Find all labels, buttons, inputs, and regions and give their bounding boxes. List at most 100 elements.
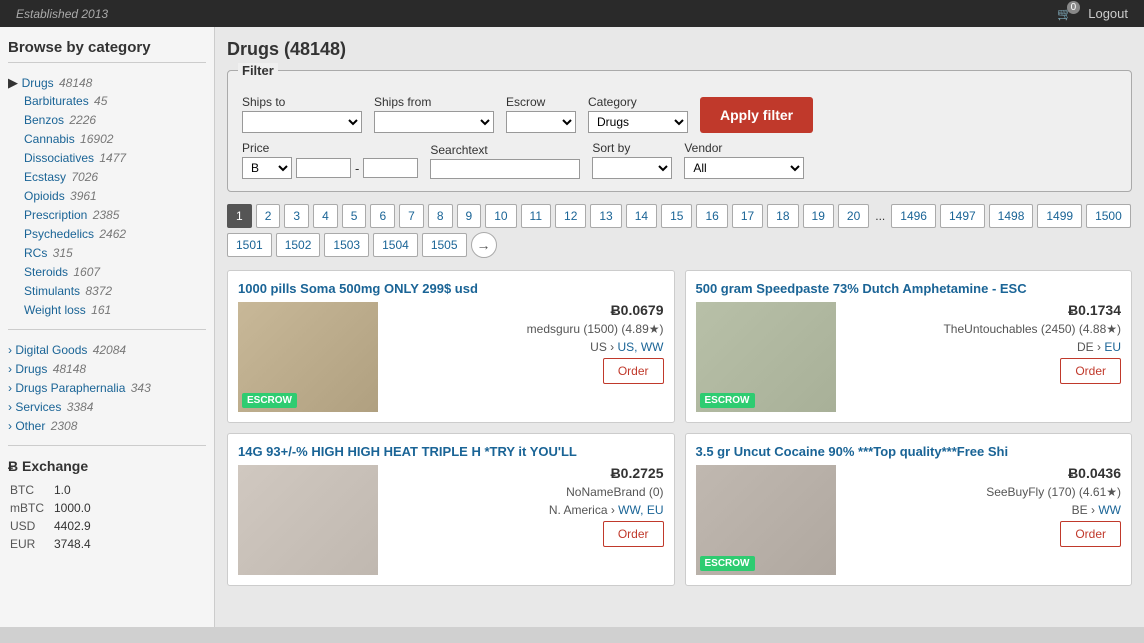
listing-ships-from: DE › EU [846, 340, 1122, 354]
listing-ships-from: N. America › WW, EU [388, 503, 664, 517]
sidebar-item-cannabis[interactable]: Cannabis 16902 [24, 132, 113, 146]
listing-image: ESCROW [696, 465, 836, 575]
sidebar-item-drugs[interactable]: Drugs 48148 [22, 76, 93, 90]
page-btn-1503[interactable]: 1503 [324, 233, 369, 257]
other-category-list: › Digital Goods 42084 › Drugs 48148 › Drug… [8, 340, 206, 435]
ships-from-select[interactable] [374, 111, 494, 133]
listing-title[interactable]: 14G 93+/-% HIGH HIGH HEAT TRIPLE H *TRY … [238, 444, 664, 459]
listings-container: 1000 pills Soma 500mg ONLY 299$ usd ESCR… [227, 270, 1132, 586]
cart-icon[interactable]: 🛒0 [1057, 7, 1072, 21]
price-max-input[interactable] [363, 158, 418, 178]
listing-title[interactable]: 1000 pills Soma 500mg ONLY 299$ usd [238, 281, 664, 296]
page-btn-5[interactable]: 5 [342, 204, 367, 228]
page-btn-12[interactable]: 12 [555, 204, 586, 228]
listing-price: Ƀ0.1734 [846, 302, 1122, 318]
page-btn-1501[interactable]: 1501 [227, 233, 272, 257]
page-btn-19[interactable]: 19 [803, 204, 834, 228]
sort-by-select[interactable] [592, 157, 672, 179]
listing-title[interactable]: 3.5 gr Uncut Cocaine 90% ***Top quality*… [696, 444, 1122, 459]
filter-legend: Filter [238, 63, 278, 78]
page-btn-6[interactable]: 6 [370, 204, 395, 228]
apply-filter-button[interactable]: Apply filter [700, 97, 813, 133]
listing-image [238, 465, 378, 575]
page-btn-16[interactable]: 16 [696, 204, 727, 228]
sidebar-item-drugs-paraphernalia[interactable]: › Drugs Paraphernalia 343 [8, 381, 151, 395]
page-btn-17[interactable]: 17 [732, 204, 763, 228]
escrow-badge: ESCROW [700, 556, 755, 571]
page-btn-1500[interactable]: 1500 [1086, 204, 1131, 228]
vendor-select[interactable]: All [684, 157, 804, 179]
listing-price: Ƀ0.0679 [388, 302, 664, 318]
escrow-badge: ESCROW [242, 393, 297, 408]
main-content: Drugs (48148) Filter Ships to Ships from [215, 27, 1144, 627]
sidebar-item-ecstasy[interactable]: Ecstasy 7026 [24, 170, 98, 184]
page-btn-4[interactable]: 4 [313, 204, 338, 228]
sidebar-item-digital-goods[interactable]: › Digital Goods 42084 [8, 343, 126, 357]
exchange-table: BTC1.0mBTC1000.0USD4402.9EUR3748.4 [8, 480, 101, 554]
page-btn-7[interactable]: 7 [399, 204, 424, 228]
page-btn-11[interactable]: 11 [521, 204, 551, 228]
sidebar-item-prescription[interactable]: Prescription 2385 [24, 208, 119, 222]
page-btn-18[interactable]: 18 [767, 204, 798, 228]
page-btn-8[interactable]: 8 [428, 204, 453, 228]
page-btn-1[interactable]: 1 [227, 204, 252, 228]
listing-vendor: medsguru (1500) (4.89★) [388, 322, 664, 336]
sidebar-item-opioids[interactable]: Opioids 3961 [24, 189, 97, 203]
exchange-currency: USD [10, 518, 52, 534]
sidebar-item-weight-loss[interactable]: Weight loss 161 [24, 303, 111, 317]
page-btn-1497[interactable]: 1497 [940, 204, 985, 228]
page-btn-9[interactable]: 9 [457, 204, 482, 228]
sidebar-item-drugs[interactable]: › Drugs 48148 [8, 362, 86, 376]
listing-title[interactable]: 500 gram Speedpaste 73% Dutch Amphetamin… [696, 281, 1122, 296]
searchtext-input[interactable] [430, 159, 580, 179]
escrow-select[interactable] [506, 111, 576, 133]
exchange-rate: 1000.0 [54, 500, 99, 516]
listing-ships-from: BE › WW [846, 503, 1122, 517]
listing-vendor: NoNameBrand (0) [388, 485, 664, 499]
page-btn-1502[interactable]: 1502 [276, 233, 321, 257]
order-button[interactable]: Order [1060, 521, 1121, 547]
page-btn-14[interactable]: 14 [626, 204, 657, 228]
sidebar-item-dissociatives[interactable]: Dissociatives 1477 [24, 151, 126, 165]
page-btn-15[interactable]: 15 [661, 204, 692, 228]
listing-row-1: 1000 pills Soma 500mg ONLY 299$ usd ESCR… [227, 270, 1132, 423]
browse-title: Browse by category [8, 39, 206, 63]
cart-badge: 0 [1067, 1, 1081, 14]
price-currency-select[interactable]: B [242, 157, 292, 179]
ships-from-label: Ships from [374, 95, 494, 109]
sidebar: Browse by category ▶ Drugs 48148 Barbitu… [0, 27, 215, 627]
sidebar-item-psychedelics[interactable]: Psychedelics 2462 [24, 227, 126, 241]
sidebar-item-barbiturates[interactable]: Barbiturates 45 [24, 94, 107, 108]
page-btn-1504[interactable]: 1504 [373, 233, 418, 257]
page-btn-13[interactable]: 13 [590, 204, 621, 228]
page-btn-20[interactable]: 20 [838, 204, 869, 228]
page-btn-2[interactable]: 2 [256, 204, 281, 228]
page-btn-1505[interactable]: 1505 [422, 233, 467, 257]
order-button[interactable]: Order [603, 358, 664, 384]
order-button[interactable]: Order [1060, 358, 1121, 384]
page-btn-3[interactable]: 3 [284, 204, 309, 228]
pagination: 1234567891011121314151617181920...149614… [227, 204, 1132, 258]
sidebar-item-steroids[interactable]: Steroids 1607 [24, 265, 100, 279]
price-min-input[interactable] [296, 158, 351, 178]
sidebar-item-stimulants[interactable]: Stimulants 8372 [24, 284, 112, 298]
sidebar-item-rcs[interactable]: RCs 315 [24, 246, 73, 260]
order-button[interactable]: Order [603, 521, 664, 547]
next-page-button[interactable]: → [471, 232, 497, 258]
exchange-rate: 3748.4 [54, 536, 99, 552]
escrow-label: Escrow [506, 95, 576, 109]
searchtext-label: Searchtext [430, 143, 580, 157]
listing-image: ESCROW [696, 302, 836, 412]
ships-to-select[interactable] [242, 111, 362, 133]
page-btn-1499[interactable]: 1499 [1037, 204, 1082, 228]
logout-button[interactable]: Logout [1088, 6, 1128, 21]
ships-to-label: Ships to [242, 95, 362, 109]
page-btn-1496[interactable]: 1496 [891, 204, 936, 228]
sidebar-item-other[interactable]: › Other 2308 [8, 419, 77, 433]
page-btn-10[interactable]: 10 [485, 204, 516, 228]
category-select[interactable]: Drugs [588, 111, 688, 133]
page-btn-1498[interactable]: 1498 [989, 204, 1034, 228]
sidebar-item-benzos[interactable]: Benzos 2226 [24, 113, 96, 127]
sidebar-item-services[interactable]: › Services 3384 [8, 400, 93, 414]
escrow-badge: ESCROW [700, 393, 755, 408]
